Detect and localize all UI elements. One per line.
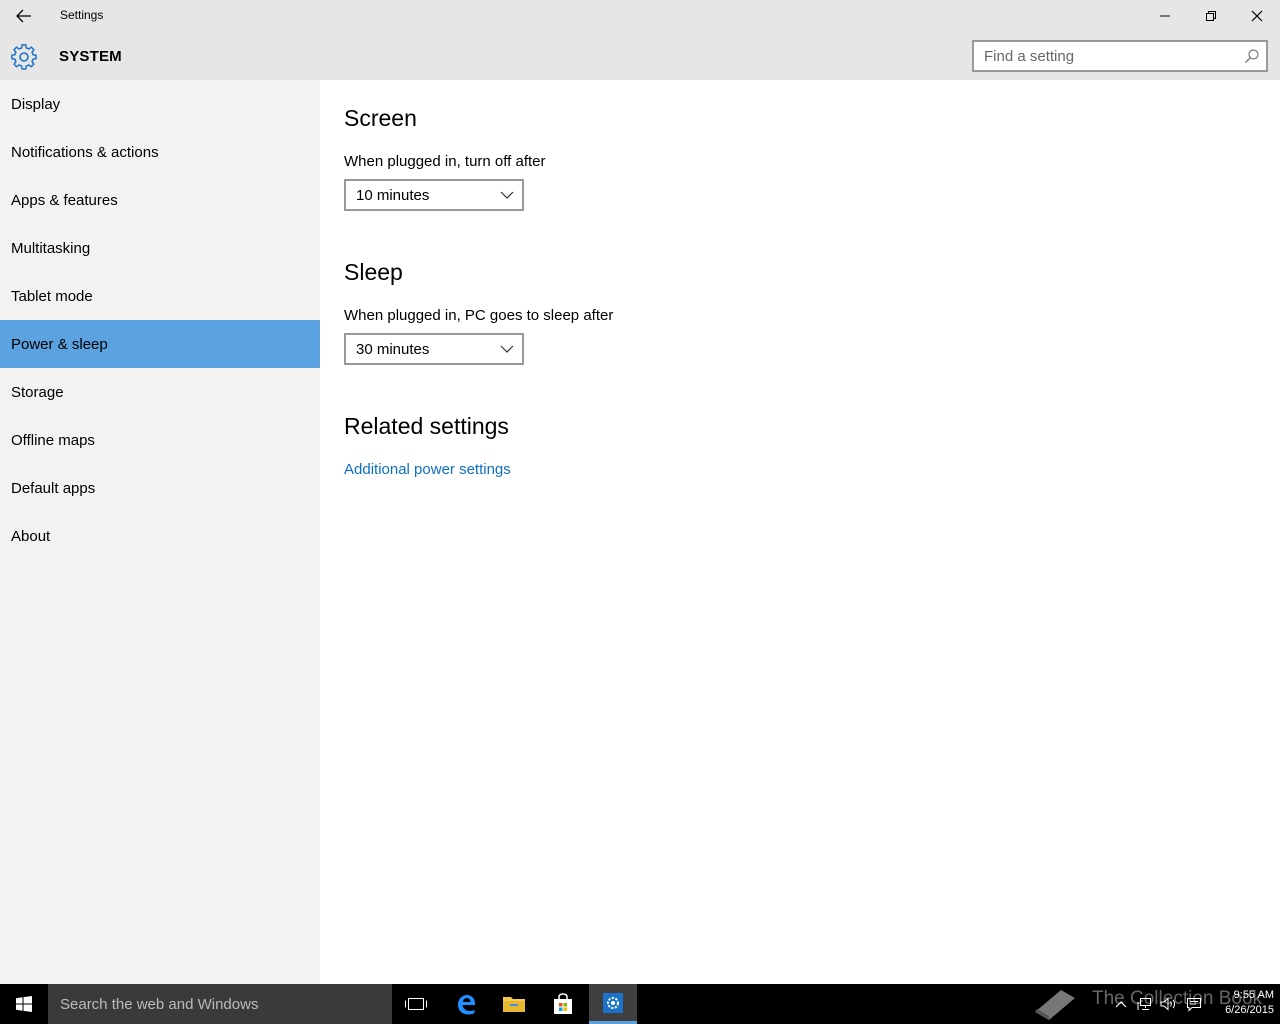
system-clock[interactable]: 9:55 AM 6/26/2015 <box>1208 988 1274 1018</box>
store-button[interactable] <box>539 984 587 1024</box>
screen-timeout-value: 10 minutes <box>356 186 430 204</box>
volume-button[interactable] <box>1158 984 1180 1024</box>
sleep-timeout-label: When plugged in, PC goes to sleep after <box>344 307 614 324</box>
sidebar-item-notifications[interactable]: Notifications & actions <box>0 128 320 176</box>
network-button[interactable] <box>1134 984 1156 1024</box>
file-explorer-icon <box>503 997 525 1012</box>
sidebar-item-label: Notifications & actions <box>11 143 159 161</box>
screen-heading: Screen <box>344 105 417 131</box>
sidebar-item-label: Multitasking <box>11 239 91 257</box>
sidebar-item-about[interactable]: About <box>0 512 320 560</box>
sidebar-item-offline-maps[interactable]: Offline maps <box>0 416 320 464</box>
edge-button[interactable] <box>442 984 490 1024</box>
show-hidden-icons-button[interactable] <box>1110 984 1132 1024</box>
search-icon[interactable] <box>1244 48 1260 64</box>
chevron-down-icon <box>500 191 514 199</box>
book-watermark <box>1030 984 1080 1024</box>
sidebar-item-label: Storage <box>11 383 64 401</box>
sidebar-item-tablet-mode[interactable]: Tablet mode <box>0 272 320 320</box>
task-view-icon <box>405 998 427 1010</box>
settings-taskbar-button[interactable] <box>589 984 637 1024</box>
minimize-button[interactable] <box>1142 0 1188 32</box>
clock-date: 6/26/2015 <box>1225 1004 1274 1016</box>
start-button[interactable] <box>0 984 48 1024</box>
gear-icon <box>11 44 37 70</box>
sidebar-item-label: Apps & features <box>11 191 118 209</box>
network-icon <box>1137 998 1151 1010</box>
related-settings-heading: Related settings <box>344 413 509 439</box>
edge-icon <box>458 995 475 1015</box>
sleep-timeout-value: 30 minutes <box>356 340 430 358</box>
sidebar-item-label: Offline maps <box>11 431 95 449</box>
sleep-timeout-dropdown[interactable]: 30 minutes <box>344 333 524 365</box>
additional-power-settings-link[interactable]: Additional power settings <box>344 461 511 478</box>
volume-icon <box>1160 997 1175 1011</box>
back-button[interactable] <box>0 0 48 32</box>
title-bar: Settings <box>0 0 1280 32</box>
search-box[interactable] <box>972 40 1268 72</box>
sidebar-item-label: Power & sleep <box>11 335 108 353</box>
main-content: Screen When plugged in, turn off after 1… <box>320 80 1280 984</box>
close-icon <box>1251 10 1263 22</box>
file-explorer-button[interactable] <box>490 984 538 1024</box>
clock-time: 9:55 AM <box>1233 989 1274 1001</box>
settings-header: SYSTEM <box>0 32 1280 80</box>
screen-timeout-label: When plugged in, turn off after <box>344 153 546 170</box>
search-input[interactable] <box>974 42 1234 70</box>
chevron-up-icon <box>1115 1001 1127 1008</box>
sidebar-item-power-sleep[interactable]: Power & sleep <box>0 320 320 368</box>
sidebar-item-label: Tablet mode <box>11 287 93 305</box>
sidebar-item-storage[interactable]: Storage <box>0 368 320 416</box>
sidebar-item-label: Default apps <box>11 479 96 497</box>
page-title: SYSTEM <box>59 48 122 65</box>
sleep-heading: Sleep <box>344 259 403 285</box>
settings-icon <box>603 992 623 1013</box>
minimize-icon <box>1160 15 1170 17</box>
close-button[interactable] <box>1234 0 1280 32</box>
back-arrow-icon <box>16 9 31 23</box>
store-icon <box>554 993 572 1014</box>
sidebar: Display Notifications & actions Apps & f… <box>0 80 320 984</box>
sidebar-item-multitasking[interactable]: Multitasking <box>0 224 320 272</box>
window-title: Settings <box>60 8 104 22</box>
book-icon <box>1035 990 1075 1020</box>
sidebar-item-default-apps[interactable]: Default apps <box>0 464 320 512</box>
taskbar: Search the web and Windows The Collectio… <box>0 984 1280 1024</box>
sidebar-item-apps-features[interactable]: Apps & features <box>0 176 320 224</box>
sidebar-item-label: Display <box>11 95 61 113</box>
task-view-button[interactable] <box>392 984 440 1024</box>
windows-logo-icon <box>16 996 32 1012</box>
screen-timeout-dropdown[interactable]: 10 minutes <box>344 179 524 211</box>
taskbar-search[interactable]: Search the web and Windows <box>48 984 392 1024</box>
chevron-down-icon <box>500 345 514 353</box>
restore-button[interactable] <box>1188 0 1234 32</box>
action-center-icon <box>1187 998 1201 1012</box>
sidebar-item-label: About <box>11 527 51 545</box>
restore-icon <box>1206 11 1216 21</box>
action-center-button[interactable] <box>1182 984 1206 1024</box>
sidebar-item-display[interactable]: Display <box>0 80 320 128</box>
